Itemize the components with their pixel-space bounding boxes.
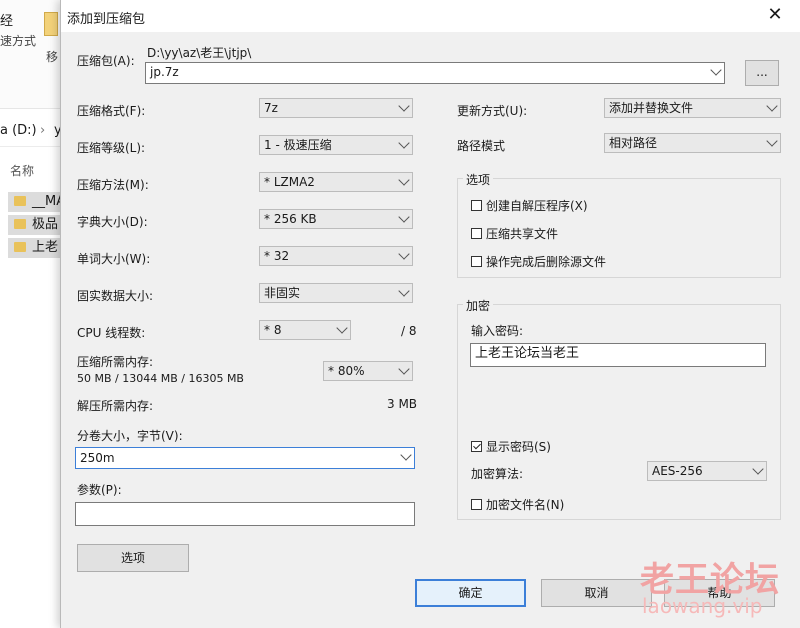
chevron-down-icon[interactable] [398, 248, 410, 260]
list-item[interactable]: __MA [8, 192, 68, 212]
watermark-url: laowang.vip [642, 594, 763, 618]
mem-comp-label: 压缩所需内存: [77, 355, 154, 369]
mem-decomp-label: 解压所需内存: [77, 399, 154, 413]
cpu-total: / 8 [401, 324, 417, 338]
archive-name-combo[interactable]: jp.7z [145, 62, 725, 84]
volume-size-combo[interactable]: 250m [75, 447, 415, 469]
password-label: 输入密码: [471, 324, 524, 338]
ribbon-move-label[interactable]: 移 [46, 48, 58, 65]
method-label: 压缩方法(M): [77, 178, 149, 192]
checkbox-checked-icon[interactable] [471, 441, 482, 452]
checkbox-icon[interactable] [471, 228, 482, 239]
volume-label: 分卷大小，字节(V): [77, 429, 183, 443]
checkbox-icon[interactable] [471, 499, 482, 510]
chevron-down-icon[interactable] [400, 449, 412, 461]
chevron-down-icon[interactable] [336, 322, 348, 334]
create-sfx-checkbox[interactable]: 创建自解压程序(X) [471, 197, 588, 214]
chevron-right-icon: › [40, 123, 46, 138]
password-input[interactable]: 上老王论坛当老王 [470, 343, 766, 367]
address-drive[interactable]: a (D:) [0, 123, 37, 138]
algorithm-label: 加密算法: [471, 467, 524, 481]
dialog-title: 添加到压缩包 [67, 12, 146, 27]
solid-select[interactable]: 非固实 [259, 283, 413, 303]
folder-icon [14, 196, 26, 206]
params-label: 参数(P): [77, 483, 122, 497]
folder-icon [44, 12, 58, 36]
chevron-down-icon[interactable] [710, 64, 722, 76]
encryption-group-title: 加密 [463, 297, 494, 314]
mem-decomp-value: 3 MB [387, 397, 418, 411]
cpu-select[interactable]: * 8 [259, 320, 351, 340]
chevron-down-icon[interactable] [398, 211, 410, 223]
options-group-title: 选项 [463, 171, 494, 188]
mem-comp-detail: 50 MB / 13044 MB / 16305 MB [77, 372, 244, 385]
format-label: 压缩格式(F): [77, 104, 146, 118]
memory-percent-select[interactable]: * 80% [323, 361, 413, 381]
dict-select[interactable]: * 256 KB [259, 209, 413, 229]
level-select[interactable]: 1 - 极速压缩 [259, 135, 413, 155]
browse-button[interactable]: ... [745, 60, 779, 86]
method-select[interactable]: * LZMA2 [259, 172, 413, 192]
ribbon-text[interactable]: 速方式 [0, 32, 36, 49]
archive-label: 压缩包(A): [77, 54, 135, 68]
close-icon[interactable]: ✕ [763, 4, 787, 25]
options-button[interactable]: 选项 [77, 544, 189, 572]
checkbox-icon[interactable] [471, 200, 482, 211]
chevron-down-icon[interactable] [398, 285, 410, 297]
word-label: 单词大小(W): [77, 252, 151, 266]
checkbox-icon[interactable] [471, 256, 482, 267]
list-item[interactable]: 上老 [8, 238, 68, 258]
chevron-down-icon[interactable] [766, 135, 778, 147]
folder-icon [14, 242, 26, 252]
ribbon-text: 经 [0, 14, 14, 29]
add-to-archive-dialog: 添加到压缩包 ✕ 压缩包(A): D:\yy\az\老王\jtjp\ jp.7z… [60, 0, 800, 628]
show-password-checkbox[interactable]: 显示密码(S) [471, 438, 551, 455]
chevron-down-icon[interactable] [398, 100, 410, 112]
chevron-down-icon[interactable] [752, 463, 764, 475]
chevron-down-icon[interactable] [398, 363, 410, 375]
chevron-down-icon[interactable] [766, 100, 778, 112]
delete-after-checkbox[interactable]: 操作完成后删除源文件 [471, 253, 606, 270]
path-mode-label: 路径模式 [457, 139, 506, 153]
format-select[interactable]: 7z [259, 98, 413, 118]
level-label: 压缩等级(L): [77, 141, 146, 155]
cancel-button[interactable]: 取消 [541, 579, 652, 607]
compress-shared-checkbox[interactable]: 压缩共享文件 [471, 225, 558, 242]
solid-label: 固实数据大小: [77, 289, 154, 303]
encrypt-filenames-checkbox[interactable]: 加密文件名(N) [471, 496, 564, 513]
watermark: 老王论坛 laowang.vip [640, 552, 800, 628]
chevron-down-icon[interactable] [398, 174, 410, 186]
path-mode-select[interactable]: 相对路径 [604, 133, 781, 153]
cpu-label: CPU 线程数: [77, 326, 146, 340]
chevron-down-icon[interactable] [398, 137, 410, 149]
update-mode-select[interactable]: 添加并替换文件 [604, 98, 781, 118]
word-select[interactable]: * 32 [259, 246, 413, 266]
algorithm-select[interactable]: AES-256 [647, 461, 767, 481]
dict-label: 字典大小(D): [77, 215, 148, 229]
folder-icon [14, 219, 26, 229]
update-label: 更新方式(U): [457, 104, 528, 118]
column-header-name[interactable]: 名称 [10, 162, 34, 179]
title-bar[interactable]: 添加到压缩包 ✕ [61, 0, 800, 32]
params-input[interactable] [75, 502, 415, 526]
ok-button[interactable]: 确定 [415, 579, 526, 607]
archive-path: D:\yy\az\老王\jtjp\ [147, 46, 252, 60]
list-item[interactable]: 极品 [8, 215, 68, 235]
